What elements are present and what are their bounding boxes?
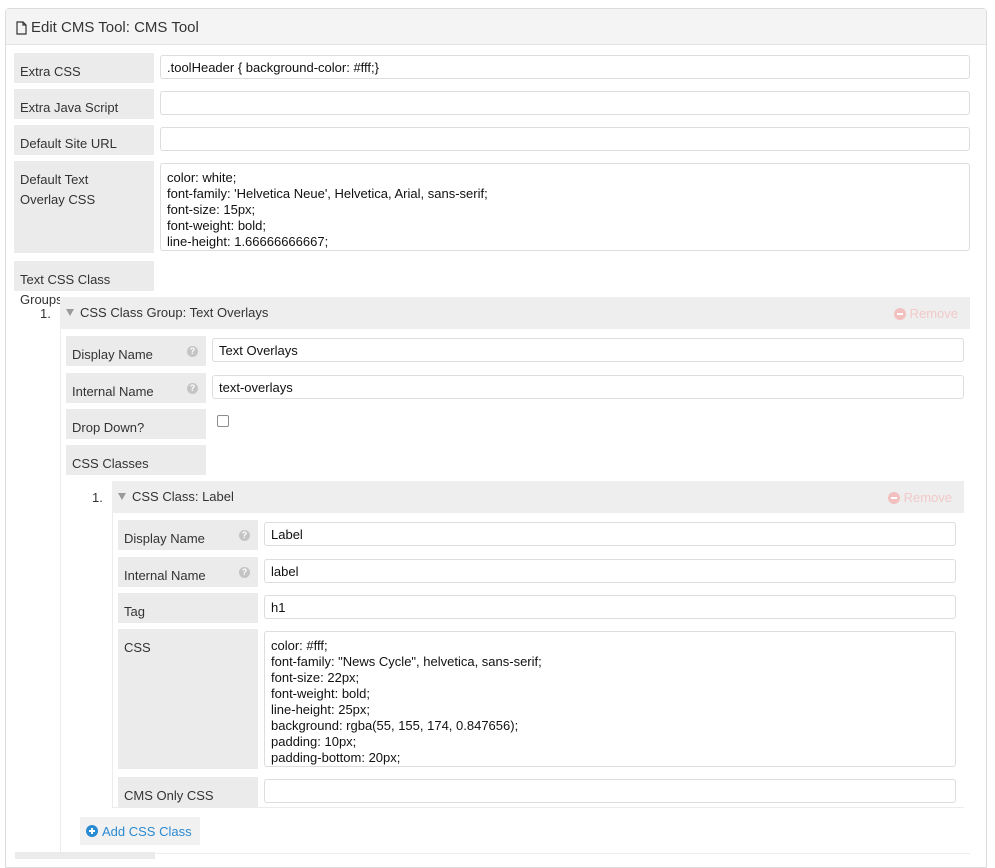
triangle-down-icon[interactable] — [118, 493, 126, 500]
question-circle-icon[interactable]: ? — [239, 567, 250, 578]
extra-css-label: Extra CSS — [14, 53, 154, 83]
css-class-index: 1. — [92, 490, 103, 505]
drop-down-checkbox[interactable] — [217, 415, 229, 427]
group-title: CSS Class Group: Text Overlays — [80, 305, 269, 320]
default-text-overlay-css-textarea[interactable]: color: white; font-family: 'Helvetica Ne… — [160, 163, 970, 251]
question-circle-icon[interactable]: ? — [187, 383, 198, 394]
plus-circle-icon — [86, 825, 98, 837]
page-title-text: Edit CMS Tool: CMS Tool — [31, 19, 199, 36]
tag-label: Tag — [118, 593, 258, 623]
page-title: Edit CMS Tool: CMS Tool — [16, 19, 199, 36]
add-css-class-button[interactable]: Add CSS Class — [80, 817, 200, 845]
add-group-strip — [15, 852, 155, 859]
question-circle-icon[interactable]: ? — [187, 346, 198, 357]
drop-down-label: Drop Down? — [66, 409, 206, 439]
extra-css-input[interactable]: .toolHeader { background-color: #fff;} — [160, 55, 970, 79]
group-display-name-label: Display Name ? — [66, 336, 206, 366]
css-textarea[interactable]: color: #fff; font-family: "News Cycle", … — [264, 631, 956, 767]
css-label: CSS — [118, 629, 258, 769]
group-remove-label: Remove — [909, 306, 958, 321]
group-display-name-input[interactable]: Text Overlays — [212, 338, 964, 362]
add-css-class-label: Add CSS Class — [102, 823, 192, 839]
class-internal-name-label: Internal Name ? — [118, 557, 258, 587]
panel-header: Edit CMS Tool: CMS Tool — [6, 9, 986, 45]
css-class-remove-button[interactable]: Remove — [887, 490, 952, 505]
class-internal-name-input[interactable]: label — [264, 559, 956, 583]
default-site-url-input[interactable] — [160, 127, 970, 151]
extra-javascript-label: Extra Java Script — [14, 89, 154, 119]
cms-only-css-label: CMS Only CSS — [118, 777, 258, 807]
minus-circle-icon — [887, 491, 900, 504]
default-site-url-label: Default Site URL — [14, 125, 154, 155]
class-display-name-input[interactable]: Label — [264, 522, 956, 546]
cms-only-css-input[interactable] — [264, 779, 956, 803]
css-class-group-header[interactable]: CSS Class Group: Text Overlays Remove — [60, 297, 970, 329]
css-class-title: CSS Class: Label — [132, 489, 234, 504]
question-circle-icon[interactable]: ? — [239, 530, 250, 541]
extra-javascript-input[interactable] — [160, 91, 970, 115]
group-internal-name-label: Internal Name ? — [66, 373, 206, 403]
css-class-header[interactable]: CSS Class: Label Remove — [112, 481, 964, 513]
minus-circle-icon — [893, 307, 906, 320]
css-class-remove-label: Remove — [903, 490, 952, 505]
group-internal-name-input[interactable]: text-overlays — [212, 375, 964, 399]
group-remove-button[interactable]: Remove — [893, 306, 958, 321]
class-display-name-label: Display Name ? — [118, 520, 258, 550]
group-index: 1. — [40, 306, 51, 321]
css-classes-label: CSS Classes — [66, 445, 206, 475]
text-css-class-groups-label: Text CSS Class Groups — [14, 261, 154, 307]
document-icon — [16, 20, 27, 35]
triangle-down-icon[interactable] — [66, 309, 74, 316]
default-text-overlay-css-label: Default Text Overlay CSS — [14, 161, 154, 253]
tag-input[interactable]: h1 — [264, 595, 956, 619]
